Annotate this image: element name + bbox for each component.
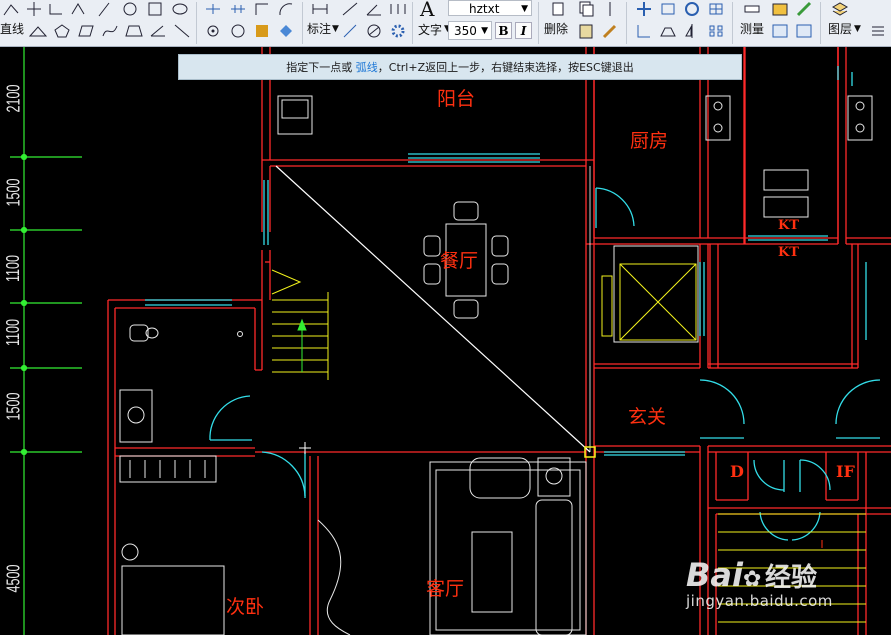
walls (107, 47, 891, 635)
delete-label[interactable]: 删除 (544, 20, 568, 37)
settings-gear-icon[interactable] (388, 22, 408, 40)
d-label: D (730, 462, 744, 481)
fill-icon[interactable] (276, 22, 296, 40)
command-prompt-tooltip: 指定下一点或 弧线 ，Ctrl+Z返回上一步，右键结束选择，按ESC键退出 (178, 54, 742, 80)
curve-tool-icon[interactable] (100, 22, 120, 40)
layer-label[interactable]: 图层 (828, 20, 852, 37)
hatch-icon[interactable] (252, 22, 272, 40)
font-size-value: 350 (454, 24, 477, 38)
layer-icon[interactable] (830, 0, 850, 18)
watermark-url: jingyan.baidu.com (686, 592, 833, 610)
dimension-dropdown-icon[interactable]: ▼ (332, 24, 339, 34)
dimension-text: 1100 (2, 254, 23, 283)
aligned-dim-icon[interactable] (340, 0, 360, 18)
line-tool-label[interactable]: 直线 (0, 20, 24, 37)
dimension-text: 1500 (3, 392, 24, 421)
diagonal-line-icon[interactable] (172, 22, 192, 40)
kt-label: KT (778, 245, 799, 260)
grid-view-icon[interactable] (706, 0, 726, 18)
watermark-brand: Bai (686, 556, 743, 594)
polyline-tool-icon[interactable] (2, 0, 22, 18)
font-value: hztxt (469, 2, 500, 16)
zoom-circle-icon[interactable] (682, 0, 702, 18)
snap-icon[interactable] (203, 0, 223, 18)
radius-dim-icon[interactable] (340, 22, 360, 40)
grid-snap-icon[interactable] (228, 0, 248, 18)
active-polyline (275, 165, 591, 453)
cad-toolbar: 直线 标注 ▼ A 文字 ▼ hztxt ▼ 350 ▼ B I 删除 测量 (0, 0, 891, 47)
arc-snap-icon[interactable] (276, 0, 296, 18)
continuous-dim-icon[interactable] (388, 0, 408, 18)
array-icon[interactable] (706, 22, 726, 40)
copy-rotate-icon[interactable] (228, 22, 248, 40)
watermark-brand2: 经验 (764, 563, 817, 593)
corner-snap-icon[interactable] (252, 0, 272, 18)
prompt-text: 指定下一点或 (286, 61, 356, 74)
font-size-select[interactable]: 350 ▼ (448, 21, 492, 40)
diameter-dim-icon[interactable] (364, 22, 384, 40)
room-label-dining: 餐厅 (440, 250, 479, 272)
dimension-text: 4500 (3, 564, 24, 593)
text-tool-icon[interactable]: A (420, 0, 434, 21)
kt-label: KT (778, 218, 799, 233)
prompt-text-rest: ，Ctrl+Z返回上一步，右键结束选择，按ESC键退出 (377, 61, 634, 74)
cad-drawing-canvas[interactable] (0, 47, 891, 635)
pen-tool-icon[interactable] (95, 0, 115, 18)
if-label: IF (836, 462, 855, 481)
ellipse-tool-icon[interactable] (170, 0, 190, 18)
parallelogram-tool-icon[interactable] (76, 22, 96, 40)
layer-dropdown-icon[interactable]: ▼ (854, 24, 861, 34)
delete-tool-icon[interactable] (548, 0, 568, 18)
angle-dim-icon[interactable] (364, 0, 384, 18)
dimension-text: 2100 (3, 84, 24, 113)
move-point-icon[interactable] (24, 0, 44, 18)
area-tool-icon[interactable] (770, 0, 790, 18)
export-icon[interactable] (794, 22, 814, 40)
chevron-down-icon: ▼ (481, 26, 488, 36)
room-label-balcony: 阳台 (437, 88, 476, 110)
flip-icon[interactable] (682, 22, 702, 40)
pencil-icon[interactable] (794, 0, 814, 18)
dimension-icon[interactable] (310, 0, 330, 18)
angle-tool-icon[interactable] (148, 22, 168, 40)
room-label-entrance: 玄关 (628, 406, 667, 428)
stack-icon[interactable] (658, 22, 678, 40)
pan-icon[interactable] (634, 0, 654, 18)
corner-tool-icon[interactable] (46, 0, 66, 18)
paste-icon[interactable] (576, 22, 596, 40)
prompt-arc-option[interactable]: 弧线 (356, 59, 378, 75)
room-label-second-bedroom: 次卧 (226, 596, 265, 618)
mirror-icon[interactable] (600, 0, 620, 18)
circle-tool-icon[interactable] (120, 0, 140, 18)
pentagon-tool-icon[interactable] (52, 22, 72, 40)
paw-icon: ✿ (742, 567, 762, 592)
measure-label[interactable]: 测量 (740, 20, 764, 37)
measure-tool-icon[interactable] (742, 0, 762, 18)
layer-list-icon[interactable] (868, 22, 888, 40)
fixtures (119, 95, 873, 635)
room-label-living: 客厅 (426, 578, 465, 600)
rectangle-tool-icon[interactable] (145, 0, 165, 18)
offset-tool-icon[interactable] (68, 0, 88, 18)
bold-button[interactable]: B (495, 22, 512, 39)
stair-arrow (297, 318, 307, 372)
text-label[interactable]: 文字 (418, 21, 442, 38)
rotate-icon[interactable] (203, 22, 223, 40)
trapezoid-tool-icon[interactable] (124, 22, 144, 40)
italic-button[interactable]: I (515, 22, 532, 39)
windows (145, 66, 881, 541)
dimension-label[interactable]: 标注 (307, 20, 331, 37)
window-zoom-icon[interactable] (658, 0, 678, 18)
dimension-text: 1500 (3, 178, 24, 207)
copy-icon[interactable] (576, 0, 596, 18)
room-label-kitchen: 厨房 (630, 130, 669, 152)
triangle-tool-icon[interactable] (28, 22, 48, 40)
font-select[interactable]: hztxt ▼ (448, 0, 532, 16)
import-icon[interactable] (770, 22, 790, 40)
align-icon[interactable] (634, 22, 654, 40)
chevron-down-icon: ▼ (521, 4, 528, 14)
brush-icon[interactable] (600, 22, 620, 40)
dimension-text: 1100 (2, 318, 23, 347)
baidu-watermark: Bai✿ 经验 jingyan.baidu.com (686, 556, 833, 610)
